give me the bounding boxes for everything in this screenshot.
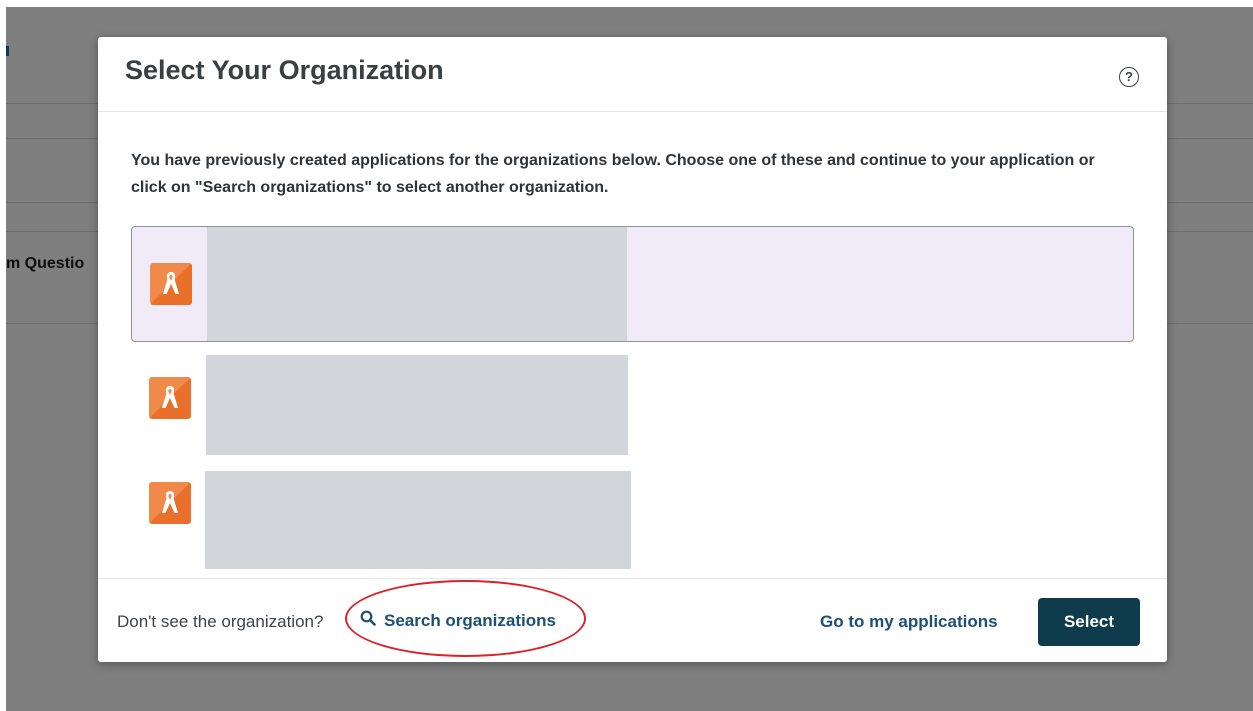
dialog-intro-text: You have previously created applications… xyxy=(131,152,1095,196)
select-button[interactable]: Select xyxy=(1038,598,1140,646)
redacted-organization-name xyxy=(206,355,628,455)
dialog-footer: Don't see the organization? Search organ… xyxy=(98,578,1167,662)
organization-option[interactable] xyxy=(131,355,1132,455)
page-left-edge xyxy=(0,0,6,711)
help-icon[interactable]: ? xyxy=(1119,67,1139,87)
ribbon-icon-glyph xyxy=(163,272,179,294)
organization-option-selected[interactable] xyxy=(131,226,1134,342)
redacted-organization-name xyxy=(207,227,627,341)
ribbon-icon-glyph xyxy=(162,386,178,408)
redacted-organization-name xyxy=(205,471,631,569)
dialog-header: Select Your Organization ? xyxy=(98,37,1167,112)
organization-option[interactable] xyxy=(131,471,1132,569)
page-top-edge xyxy=(0,0,1253,7)
go-to-my-applications-link[interactable]: Go to my applications xyxy=(820,612,998,632)
ribbon-icon xyxy=(149,377,191,419)
search-organizations-label: Search organizations xyxy=(384,610,556,630)
select-organization-dialog: Select Your Organization ? You have prev… xyxy=(98,37,1167,662)
search-icon xyxy=(360,610,376,631)
footer-prompt: Don't see the organization? xyxy=(117,612,324,631)
ribbon-icon xyxy=(149,482,191,524)
ribbon-icon-glyph xyxy=(162,491,178,513)
dialog-title: Select Your Organization xyxy=(125,55,444,85)
search-icon-glyph xyxy=(360,610,376,626)
ribbon-icon xyxy=(150,263,192,305)
search-organizations-link[interactable]: Search organizations xyxy=(360,610,556,631)
